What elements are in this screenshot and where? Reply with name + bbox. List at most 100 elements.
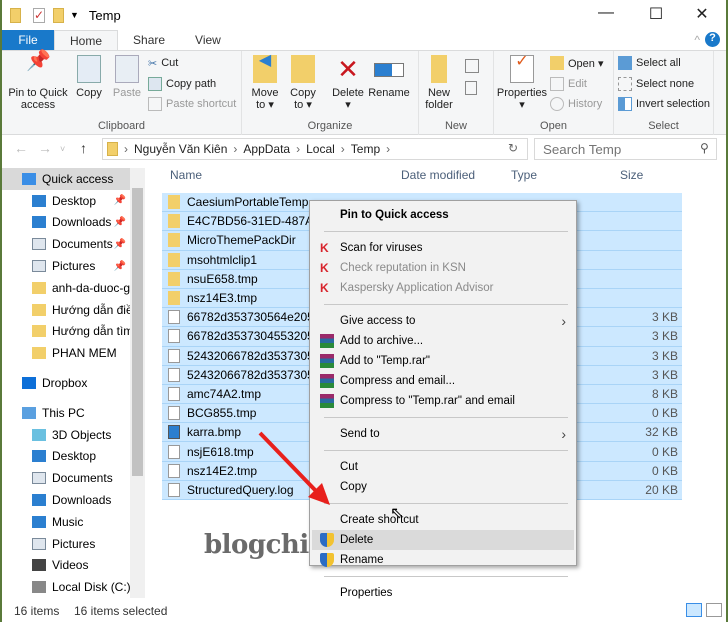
column-header-size[interactable]: Size — [620, 168, 643, 188]
minimize-button[interactable]: — — [586, 4, 626, 26]
maximize-button[interactable]: ☐ — [636, 4, 676, 26]
sidebar-item[interactable]: 3D Objects — [2, 424, 130, 446]
breadcrumb-2[interactable]: Local — [306, 142, 335, 156]
sidebar-item[interactable]: Pictures — [2, 533, 130, 555]
menu-item-check-reputation-in-ksn[interactable]: K Check reputation in KSN — [312, 258, 574, 278]
menu-item-send-to[interactable]: Send to › — [312, 424, 574, 444]
select-none-button[interactable]: Select none — [618, 75, 694, 93]
file-size: 3 KB — [651, 329, 678, 344]
breadcrumb-0[interactable]: Nguyễn Văn Kiên — [134, 142, 227, 156]
download-icon — [32, 216, 46, 229]
sidebar-item[interactable]: Local Disk (C:) — [2, 576, 130, 598]
menu-item-give-access-to[interactable]: Give access to › — [312, 311, 574, 331]
column-header-name[interactable]: Name — [170, 168, 202, 188]
collapse-ribbon-icon[interactable]: ^ — [694, 33, 700, 47]
breadcrumb-1[interactable]: AppData — [243, 142, 290, 156]
sidebar-item[interactable]: This PC — [2, 402, 130, 424]
menu-item-pin-to-quick-access[interactable]: Pin to Quick access — [312, 205, 574, 225]
address-bar[interactable]: › Nguyễn Văn Kiên › AppData › Local › Temp › — [102, 138, 528, 160]
back-button[interactable]: ← — [14, 140, 28, 156]
breadcrumb-separator[interactable]: › — [386, 142, 390, 156]
nav-scrollbar[interactable] — [130, 168, 145, 598]
copy-button[interactable]: Copy — [72, 55, 106, 99]
customize-toolbar-icon[interactable]: ▼ — [70, 10, 79, 20]
close-button[interactable]: ✕ — [682, 4, 722, 26]
sidebar-item[interactable]: Dropbox — [2, 372, 130, 394]
menu-item-compress-to-temp-rar-and-email[interactable]: Compress to "Temp.rar" and email — [312, 391, 574, 411]
menu-item-copy[interactable]: Copy — [312, 477, 574, 497]
refresh-icon[interactable]: ↻ — [508, 141, 518, 155]
sidebar-item[interactable]: Desktop — [2, 446, 130, 468]
edit-button[interactable]: Edit — [550, 75, 587, 93]
sidebar-item[interactable]: Desktop 📌 — [2, 190, 130, 212]
open-button[interactable]: Open ▾ — [550, 54, 604, 72]
invert-selection-button[interactable]: Invert selection — [618, 95, 710, 113]
sidebar-item[interactable]: Quick access — [2, 168, 130, 190]
copy-path-button[interactable]: Copy path — [148, 75, 216, 93]
column-header-type[interactable]: Type — [511, 168, 537, 188]
breadcrumb-separator[interactable]: › — [233, 142, 237, 156]
help-icon[interactable]: ? — [705, 32, 720, 47]
properties-button[interactable]: ✓ Properties ▾ — [496, 54, 548, 112]
breadcrumb-separator[interactable]: › — [124, 142, 128, 156]
pin-icon: 📌 — [113, 216, 126, 228]
winrar-icon — [320, 394, 334, 408]
forward-button[interactable]: → — [38, 140, 52, 156]
properties-quick-icon[interactable]: ✓ — [33, 7, 45, 23]
copy-to-button[interactable]: Copy to ▾ — [288, 55, 318, 111]
delete-ribbon-button[interactable]: ✕ Delete ▾ — [330, 55, 366, 111]
tab-file[interactable]: File — [2, 30, 54, 50]
breadcrumb-separator[interactable]: › — [296, 142, 300, 156]
menu-item-compress-and-email[interactable]: Compress and email... — [312, 371, 574, 391]
easy-access-icon[interactable] — [465, 81, 477, 95]
menu-item-scan-for-viruses[interactable]: K Scan for viruses — [312, 238, 574, 258]
select-all-button[interactable]: Select all — [618, 54, 681, 72]
sidebar-item[interactable]: Hướng dẫn tìm — [2, 321, 130, 343]
sidebar-item[interactable]: Downloads — [2, 489, 130, 511]
new-item-icon[interactable] — [465, 59, 479, 73]
menu-item-kaspersky-application-advisor[interactable]: K Kaspersky Application Advisor — [312, 278, 574, 298]
folder-icon — [168, 214, 180, 229]
rename-button[interactable]: Rename — [368, 55, 410, 99]
details-view-button[interactable] — [686, 603, 702, 617]
tab-view[interactable]: View — [180, 30, 236, 50]
breadcrumb-3[interactable]: Temp — [351, 142, 380, 156]
paste-button[interactable]: Paste — [110, 55, 144, 99]
new-folder-button[interactable]: New folder — [423, 55, 455, 111]
sidebar-item[interactable]: Pictures 📌 — [2, 255, 130, 277]
new-folder-quick-icon[interactable] — [53, 7, 64, 23]
cut-button[interactable]: ✂ Cut — [148, 54, 178, 72]
menu-item-add-to-temp-rar[interactable]: Add to "Temp.rar" — [312, 351, 574, 371]
recent-locations-button[interactable]: ˅ — [60, 144, 65, 154]
select-all-icon — [618, 56, 632, 70]
sidebar-item[interactable]: Documents 📌 — [2, 233, 130, 255]
breadcrumb-separator[interactable]: › — [341, 142, 345, 156]
search-input[interactable] — [534, 138, 717, 160]
history-button[interactable]: History — [550, 95, 602, 113]
menu-item-rename[interactable]: Rename — [312, 550, 574, 570]
tab-home[interactable]: Home — [54, 30, 119, 50]
sidebar-item[interactable]: PHAN MEM — [2, 342, 130, 364]
sidebar-item[interactable]: Hướng dẫn điều — [2, 299, 130, 321]
move-to-button[interactable]: ◀ Move to ▾ — [250, 53, 280, 112]
scrollbar-thumb[interactable] — [132, 188, 143, 476]
file-icon — [168, 406, 180, 421]
column-header-date[interactable]: Date modified — [401, 168, 475, 188]
sidebar-item[interactable]: Downloads 📌 — [2, 212, 130, 234]
large-icons-view-button[interactable] — [706, 603, 722, 617]
file-size: 32 KB — [645, 425, 678, 440]
folder-icon — [107, 142, 118, 156]
menu-item-cut[interactable]: Cut — [312, 457, 574, 477]
paste-shortcut-button[interactable]: Paste shortcut — [148, 95, 236, 113]
sidebar-item[interactable]: Videos — [2, 555, 130, 577]
menu-item-add-to-archive[interactable]: Add to archive... — [312, 331, 574, 351]
sidebar-item[interactable]: anh-da-duoc-gi — [2, 277, 130, 299]
pin-to-quick-access-button[interactable]: 📌 Pin to Quick access — [6, 51, 70, 111]
menu-item-delete[interactable]: Delete — [312, 530, 574, 550]
file-name: MicroThemePackDir — [187, 233, 296, 248]
tab-share[interactable]: Share — [118, 30, 180, 50]
sidebar-item[interactable]: Music — [2, 511, 130, 533]
menu-item-create-shortcut[interactable]: Create shortcut — [312, 510, 574, 530]
sidebar-item[interactable]: Documents — [2, 467, 130, 489]
up-button[interactable]: ↑ — [80, 140, 87, 156]
